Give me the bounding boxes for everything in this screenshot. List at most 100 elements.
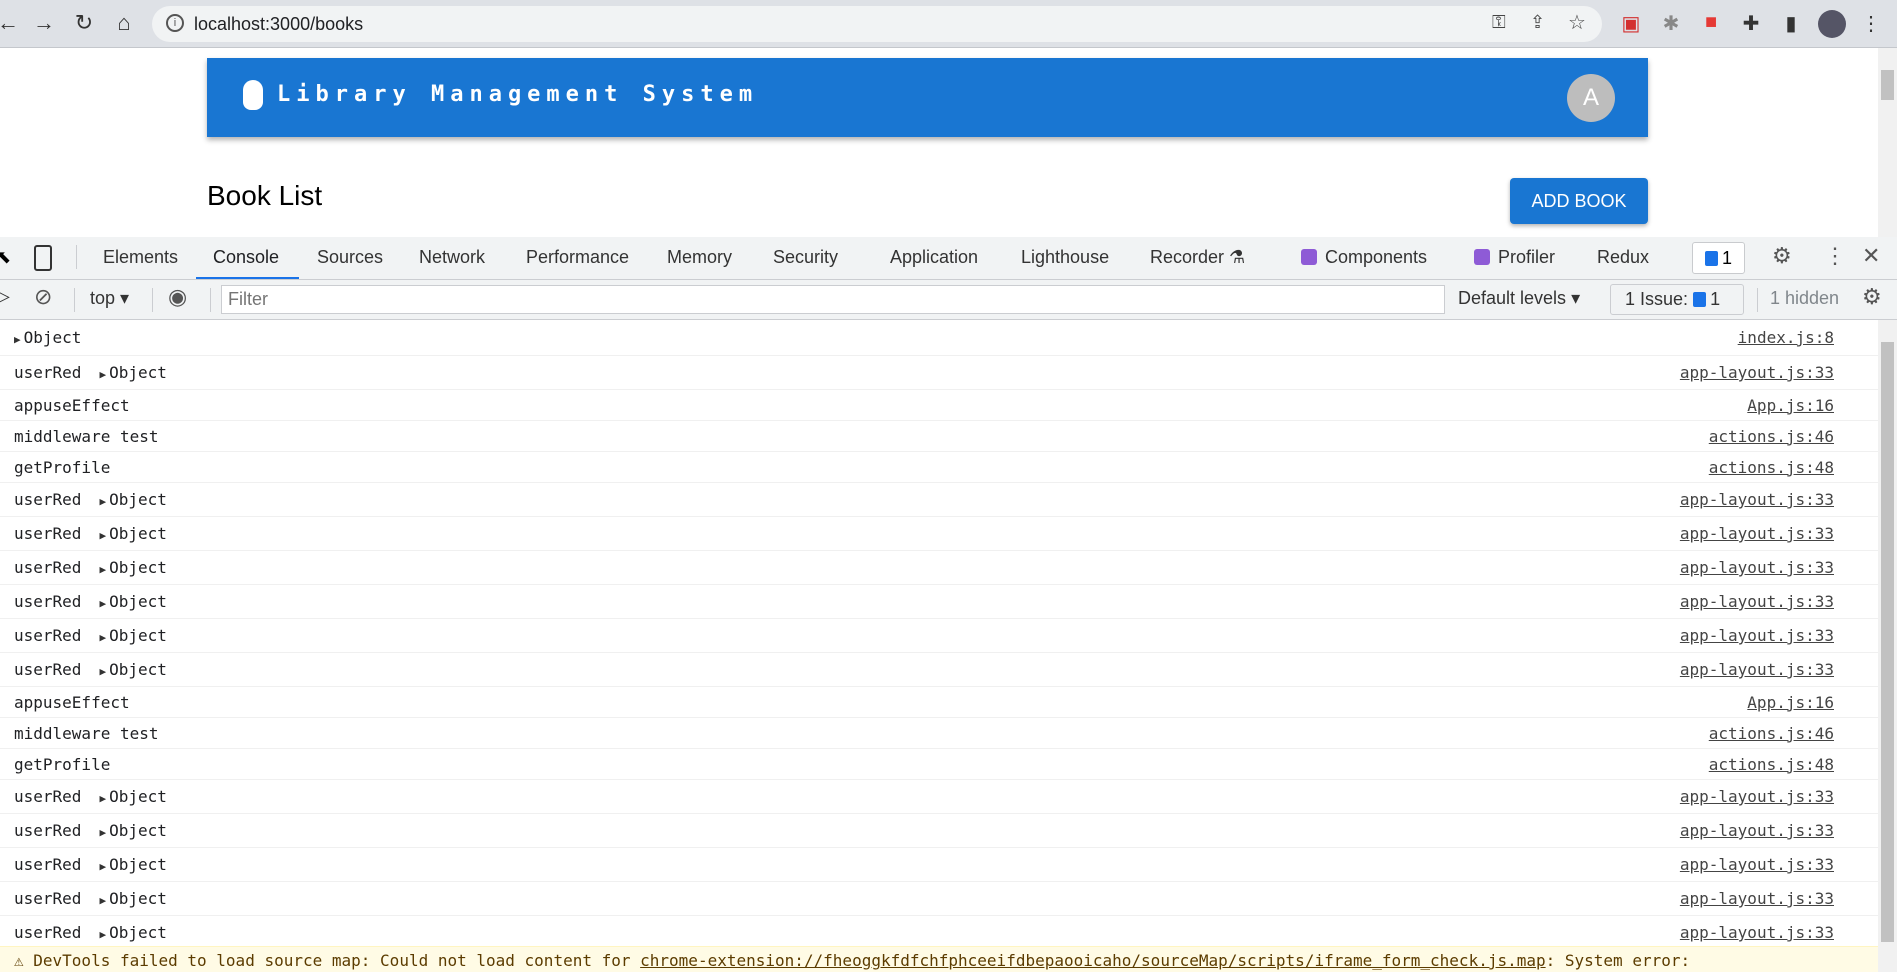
- expand-triangle-icon[interactable]: ▶: [99, 860, 106, 873]
- menu-dots-icon[interactable]: ⋮: [1858, 11, 1884, 36]
- tab-profiler[interactable]: Profiler: [1474, 247, 1555, 268]
- source-link[interactable]: actions.js:48: [1709, 755, 1834, 774]
- source-link[interactable]: app-layout.js:33: [1680, 923, 1834, 942]
- source-link[interactable]: app-layout.js:33: [1680, 787, 1834, 806]
- console-message: userRed ▶ Object app-layout.js:33: [0, 356, 1878, 390]
- expand-triangle-icon[interactable]: ▶: [99, 928, 106, 941]
- expandable-object[interactable]: ▶ Object: [99, 923, 166, 942]
- console-message: userRed ▶ Object app-layout.js:33: [0, 814, 1878, 848]
- close-devtools-icon[interactable]: ✕: [1862, 243, 1880, 269]
- source-link[interactable]: app-layout.js:33: [1680, 660, 1834, 679]
- puzzle-icon[interactable]: ✚: [1738, 11, 1764, 36]
- source-link[interactable]: app-layout.js:33: [1680, 855, 1834, 874]
- source-link[interactable]: app-layout.js:33: [1680, 490, 1834, 509]
- expand-triangle-icon[interactable]: ▶: [14, 333, 21, 346]
- url-text[interactable]: localhost:3000/books: [194, 14, 363, 35]
- expandable-object[interactable]: ▶ Object: [99, 558, 166, 577]
- expandable-object[interactable]: ▶ Object: [99, 490, 166, 509]
- tab-recorder[interactable]: Recorder ⚗: [1150, 247, 1245, 268]
- tab-redux[interactable]: Redux: [1597, 247, 1649, 268]
- log-levels-dropdown[interactable]: Default levels ▾: [1458, 288, 1580, 309]
- address-bar[interactable]: i localhost:3000/books ⚿ ⇪ ☆: [152, 6, 1602, 42]
- source-link[interactable]: app-layout.js:33: [1680, 524, 1834, 543]
- tab-components[interactable]: Components: [1301, 247, 1427, 268]
- tab-performance[interactable]: Performance: [526, 247, 629, 268]
- source-link[interactable]: App.js:16: [1747, 693, 1834, 712]
- expand-triangle-icon[interactable]: ▶: [99, 665, 106, 678]
- tab-elements[interactable]: Elements: [103, 247, 178, 268]
- expand-triangle-icon[interactable]: ▶: [99, 631, 106, 644]
- expandable-object[interactable]: ▶ Object: [99, 524, 166, 543]
- back-icon[interactable]: ←: [0, 10, 22, 36]
- expandable-object[interactable]: ▶ Object: [99, 787, 166, 806]
- clear-console-icon[interactable]: ⊘: [34, 284, 52, 310]
- mcafee-extension-icon[interactable]: ▣: [1618, 11, 1644, 36]
- tab-sources[interactable]: Sources: [317, 247, 383, 268]
- tab-memory[interactable]: Memory: [667, 247, 732, 268]
- add-book-button[interactable]: ADD BOOK: [1510, 178, 1648, 224]
- object-label: Object: [109, 889, 167, 908]
- sidebar-toggle-icon[interactable]: ▷: [0, 286, 10, 307]
- settings-gear-icon[interactable]: ⚙: [1772, 243, 1792, 269]
- star-icon[interactable]: ☆: [1568, 10, 1586, 35]
- bug-extension-icon[interactable]: ✱: [1658, 11, 1684, 36]
- expandable-object[interactable]: ▶ Object: [99, 363, 166, 382]
- live-expression-eye-icon[interactable]: ◉: [168, 284, 187, 310]
- expand-triangle-icon[interactable]: ▶: [99, 792, 106, 805]
- expand-triangle-icon[interactable]: ▶: [99, 826, 106, 839]
- issues-button[interactable]: 1 Issue: 1: [1610, 284, 1744, 315]
- key-icon[interactable]: ⚿: [1492, 12, 1506, 33]
- issues-badge[interactable]: 1: [1692, 242, 1745, 274]
- profile-avatar[interactable]: [1818, 10, 1846, 38]
- context-selector[interactable]: top ▾: [90, 288, 129, 309]
- source-link[interactable]: app-layout.js:33: [1680, 558, 1834, 577]
- tab-application[interactable]: Application: [890, 247, 978, 268]
- expand-triangle-icon[interactable]: ▶: [99, 597, 106, 610]
- expand-triangle-icon[interactable]: ▶: [99, 368, 106, 381]
- tab-console[interactable]: Console: [213, 247, 279, 268]
- object-label: Object: [109, 524, 167, 543]
- home-icon[interactable]: ⌂: [110, 10, 138, 36]
- reload-icon[interactable]: ↻: [70, 10, 98, 36]
- expandable-object[interactable]: ▶ Object: [14, 328, 81, 347]
- expand-triangle-icon[interactable]: ▶: [99, 563, 106, 576]
- warning-link[interactable]: chrome-extension://fheoggkfdfchfphceeifd…: [640, 951, 1545, 970]
- expandable-object[interactable]: ▶ Object: [99, 821, 166, 840]
- expandable-object[interactable]: ▶ Object: [99, 889, 166, 908]
- react-extension-icon[interactable]: ■: [1698, 11, 1724, 34]
- source-link[interactable]: app-layout.js:33: [1680, 592, 1834, 611]
- user-avatar[interactable]: A: [1567, 74, 1615, 122]
- expand-triangle-icon[interactable]: ▶: [99, 495, 106, 508]
- source-link[interactable]: app-layout.js:33: [1680, 363, 1834, 382]
- source-link[interactable]: actions.js:48: [1709, 458, 1834, 477]
- source-link[interactable]: app-layout.js:33: [1680, 889, 1834, 908]
- side-panel-icon[interactable]: ▮: [1778, 11, 1804, 36]
- expand-triangle-icon[interactable]: ▶: [99, 529, 106, 542]
- device-toolbar-icon[interactable]: [34, 245, 52, 271]
- expandable-object[interactable]: ▶ Object: [99, 855, 166, 874]
- inspect-element-icon[interactable]: ⬉: [0, 247, 11, 268]
- source-link[interactable]: App.js:16: [1747, 396, 1834, 415]
- forward-icon[interactable]: →: [30, 10, 58, 36]
- source-link[interactable]: actions.js:46: [1709, 724, 1834, 743]
- expandable-object[interactable]: ▶ Object: [99, 626, 166, 645]
- tab-lighthouse[interactable]: Lighthouse: [1021, 247, 1109, 268]
- tab-network[interactable]: Network: [419, 247, 485, 268]
- tab-security[interactable]: Security: [773, 247, 838, 268]
- share-icon[interactable]: ⇪: [1530, 12, 1545, 33]
- console-settings-gear-icon[interactable]: ⚙: [1862, 284, 1882, 310]
- console-scrollbar[interactable]: [1878, 320, 1897, 972]
- expandable-object[interactable]: ▶ Object: [99, 660, 166, 679]
- source-link[interactable]: app-layout.js:33: [1680, 626, 1834, 645]
- source-link[interactable]: index.js:8: [1738, 328, 1834, 347]
- source-link[interactable]: app-layout.js:33: [1680, 821, 1834, 840]
- scrollbar-thumb[interactable]: [1881, 342, 1894, 942]
- more-options-icon[interactable]: ⋮: [1824, 243, 1846, 269]
- scrollbar-thumb[interactable]: [1881, 70, 1894, 100]
- source-link[interactable]: actions.js:46: [1709, 427, 1834, 446]
- filter-input[interactable]: [221, 285, 1445, 314]
- expandable-object[interactable]: ▶ Object: [99, 592, 166, 611]
- expand-triangle-icon[interactable]: ▶: [99, 894, 106, 907]
- info-icon[interactable]: i: [166, 14, 184, 32]
- page-scrollbar[interactable]: [1878, 48, 1897, 237]
